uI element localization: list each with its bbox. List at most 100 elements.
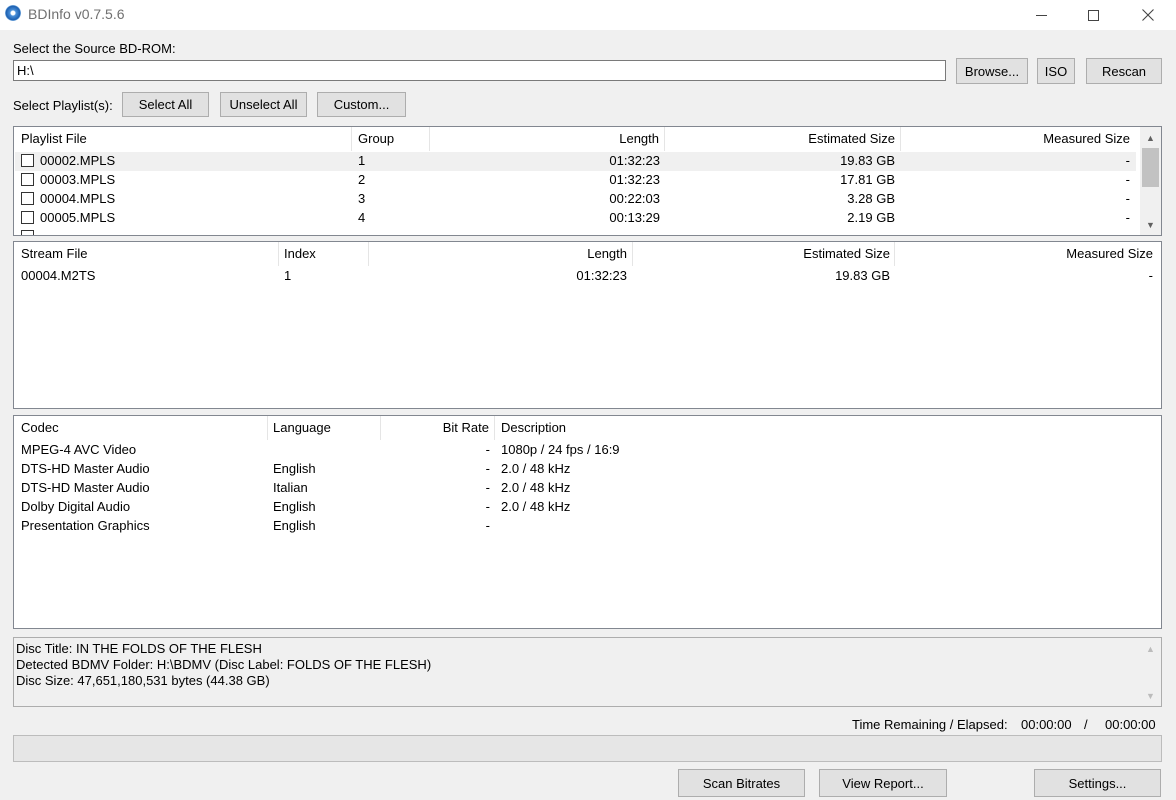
codec-name: Presentation Graphics xyxy=(21,518,150,533)
view-report-button[interactable]: View Report... xyxy=(819,769,947,797)
playlist-estimated-size: 3.28 GB xyxy=(847,191,895,206)
playlist-list[interactable]: Playlist File Group Length Estimated Siz… xyxy=(13,126,1162,236)
window-title: BDInfo v0.7.5.6 xyxy=(28,6,125,22)
header-length[interactable]: Length xyxy=(429,127,659,151)
header-description[interactable]: Description xyxy=(501,416,566,440)
playlist-file: 00003.MPLS xyxy=(40,172,116,187)
playlist-checkbox[interactable] xyxy=(21,230,34,235)
close-icon xyxy=(1142,9,1154,21)
playlist-estimated-size: 2.19 GB xyxy=(847,210,895,225)
playlist-group: 2 xyxy=(358,172,366,187)
scan-progress-bar xyxy=(13,735,1162,762)
playlist-group: 3 xyxy=(358,191,366,206)
scroll-up-icon[interactable]: ▲ xyxy=(1142,129,1159,146)
scroll-up-icon[interactable]: ▲ xyxy=(1142,640,1159,657)
header-measured-size[interactable]: Measured Size xyxy=(894,242,1153,266)
codec-description: 2.0 / 48 kHz xyxy=(501,499,571,514)
playlist-checkbox[interactable] xyxy=(21,154,34,167)
playlist-file: 00002.MPLS xyxy=(40,153,116,168)
maximize-icon xyxy=(1087,9,1099,21)
codec-bit-rate: - xyxy=(485,480,490,495)
disc-size-line: Disc Size: 47,651,180,531 bytes (44.38 G… xyxy=(16,673,270,688)
header-estimated-size[interactable]: Estimated Size xyxy=(632,242,890,266)
disc-info-box[interactable]: Disc Title: IN THE FOLDS OF THE FLESH De… xyxy=(13,637,1162,707)
scan-bitrates-button[interactable]: Scan Bitrates xyxy=(678,769,805,797)
playlist-length: 01:32:23 xyxy=(609,153,660,168)
maximize-button[interactable] xyxy=(1070,0,1116,30)
bdinfo-disc-icon xyxy=(5,5,21,21)
title-bar xyxy=(0,0,1176,30)
playlist-estimated-size: 17.81 GB xyxy=(840,172,895,187)
playlist-file: 00005.MPLS xyxy=(40,210,116,225)
playlist-group: 1 xyxy=(358,153,366,168)
codec-description: 2.0 / 48 kHz xyxy=(501,461,571,476)
header-measured-size[interactable]: Measured Size xyxy=(900,127,1130,151)
time-elapsed-value: 00:00:00 xyxy=(1105,717,1156,732)
time-remaining-value: 00:00:00 xyxy=(1021,717,1072,732)
codec-language: English xyxy=(273,499,316,514)
codec-name: DTS-HD Master Audio xyxy=(21,480,150,495)
scrollbar-thumb[interactable] xyxy=(1142,148,1159,187)
stream-estimated-size: 19.83 GB xyxy=(835,268,890,283)
codec-language: Italian xyxy=(273,480,308,495)
codec-name: MPEG-4 AVC Video xyxy=(21,442,137,457)
time-separator: / xyxy=(1084,717,1088,732)
settings-button[interactable]: Settings... xyxy=(1034,769,1161,797)
unselect-all-button[interactable]: Unselect All xyxy=(220,92,307,117)
browse-button[interactable]: Browse... xyxy=(956,58,1028,84)
playlist-length: 01:32:23 xyxy=(609,172,660,187)
header-bit-rate[interactable]: Bit Rate xyxy=(380,416,489,440)
source-path-input[interactable] xyxy=(13,60,946,81)
playlist-measured-size: - xyxy=(1125,191,1130,206)
header-language[interactable]: Language xyxy=(273,416,331,440)
codec-name: DTS-HD Master Audio xyxy=(21,461,150,476)
rescan-button[interactable]: Rescan xyxy=(1086,58,1162,84)
stream-measured-size: - xyxy=(1148,268,1153,283)
header-index[interactable]: Index xyxy=(284,242,316,266)
disc-title-line: Disc Title: IN THE FOLDS OF THE FLESH xyxy=(16,641,262,656)
select-playlists-label: Select Playlist(s): xyxy=(13,98,113,113)
time-remaining-label: Time Remaining / Elapsed: xyxy=(852,717,1008,732)
codec-bit-rate: - xyxy=(485,518,490,533)
stream-index: 1 xyxy=(284,268,292,283)
playlist-checkbox[interactable] xyxy=(21,173,34,186)
close-button[interactable] xyxy=(1125,0,1171,30)
header-codec[interactable]: Codec xyxy=(21,416,59,440)
playlist-length: 00:22:03 xyxy=(609,191,660,206)
stream-file: 00004.M2TS xyxy=(21,268,96,283)
source-label: Select the Source BD-ROM: xyxy=(13,41,176,56)
playlist-length: 00:13:29 xyxy=(609,210,660,225)
codec-bit-rate: - xyxy=(485,461,490,476)
header-length[interactable]: Length xyxy=(368,242,627,266)
bdmv-folder-line: Detected BDMV Folder: H:\BDMV (Disc Labe… xyxy=(16,657,432,672)
playlist-measured-size: - xyxy=(1125,153,1130,168)
header-stream-file[interactable]: Stream File xyxy=(21,242,87,266)
playlist-group: 4 xyxy=(358,210,366,225)
codec-description: 2.0 / 48 kHz xyxy=(501,480,571,495)
header-group[interactable]: Group xyxy=(358,127,394,151)
header-playlist-file[interactable]: Playlist File xyxy=(21,127,87,151)
codec-bit-rate: - xyxy=(485,499,490,514)
playlist-measured-size: - xyxy=(1125,172,1130,187)
codec-language: English xyxy=(273,461,316,476)
codec-description: 1080p / 24 fps / 16:9 xyxy=(501,442,620,457)
codec-bit-rate: - xyxy=(485,442,490,457)
minimize-button[interactable] xyxy=(1018,0,1064,30)
playlist-measured-size: - xyxy=(1125,210,1130,225)
stream-length: 01:32:23 xyxy=(576,268,627,283)
iso-button[interactable]: ISO xyxy=(1037,58,1075,84)
minimize-icon xyxy=(1035,14,1047,16)
playlist-checkbox[interactable] xyxy=(21,192,34,205)
playlist-estimated-size: 19.83 GB xyxy=(840,153,895,168)
stream-list[interactable]: Stream File Index Length Estimated Size … xyxy=(13,241,1162,409)
scroll-down-icon[interactable]: ▼ xyxy=(1142,687,1159,704)
codec-list[interactable]: Codec Language Bit Rate Description MPEG… xyxy=(13,415,1162,629)
playlist-file: 00004.MPLS xyxy=(40,191,116,206)
codec-language: English xyxy=(273,518,316,533)
codec-name: Dolby Digital Audio xyxy=(21,499,131,514)
header-estimated-size[interactable]: Estimated Size xyxy=(664,127,895,151)
scroll-down-icon[interactable]: ▼ xyxy=(1142,216,1159,233)
custom-button[interactable]: Custom... xyxy=(317,92,406,117)
select-all-button[interactable]: Select All xyxy=(122,92,209,117)
playlist-checkbox[interactable] xyxy=(21,211,34,224)
